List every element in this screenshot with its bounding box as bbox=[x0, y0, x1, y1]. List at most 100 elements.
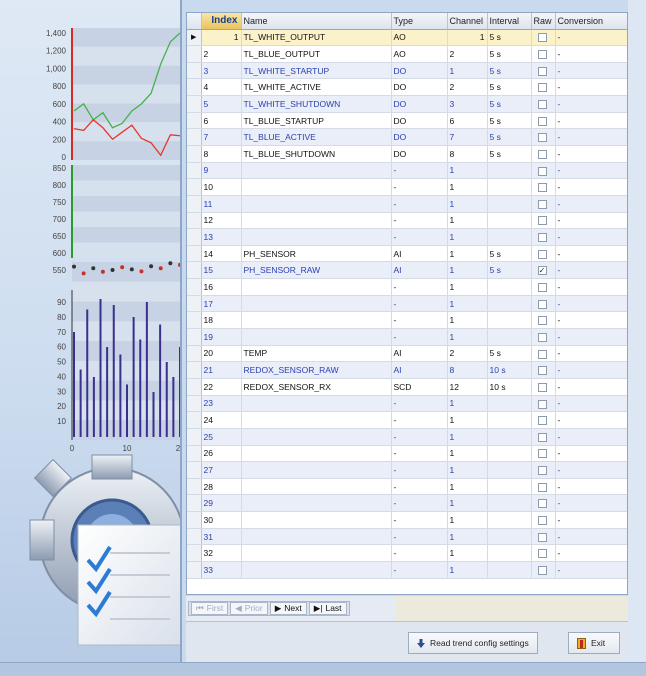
row-selector[interactable] bbox=[187, 62, 202, 80]
column-header-raw[interactable]: Raw bbox=[531, 13, 556, 30]
cell-name[interactable]: PH_SENSOR bbox=[241, 245, 392, 263]
cell-interval[interactable] bbox=[487, 212, 532, 230]
cell-name[interactable]: TL_WHITE_ACTIVE bbox=[241, 78, 392, 97]
row-selector[interactable] bbox=[187, 461, 202, 479]
cell-type[interactable]: - bbox=[391, 544, 448, 562]
cell-raw[interactable] bbox=[531, 62, 556, 80]
cell-channel[interactable]: 6 bbox=[447, 112, 488, 130]
cell-interval[interactable]: 5 s bbox=[487, 145, 532, 163]
cell-conversion[interactable]: - bbox=[555, 544, 627, 562]
cell-type[interactable]: AI bbox=[391, 245, 448, 263]
trend-config-grid[interactable]: Index Name Type Channel Interval Raw Con… bbox=[186, 12, 628, 595]
cell-name[interactable] bbox=[241, 212, 392, 230]
row-selector[interactable] bbox=[187, 411, 202, 429]
row-selector[interactable] bbox=[187, 395, 202, 413]
row-selector[interactable] bbox=[187, 428, 202, 446]
cell-channel[interactable]: 1 bbox=[447, 195, 488, 213]
table-row[interactable]: 26-1- bbox=[187, 445, 627, 463]
cell-interval[interactable] bbox=[487, 311, 532, 330]
raw-checkbox[interactable] bbox=[537, 565, 547, 575]
cell-interval[interactable] bbox=[487, 461, 532, 479]
cell-channel[interactable]: 1 bbox=[447, 561, 488, 579]
cell-conversion[interactable]: - bbox=[555, 195, 627, 213]
cell-index[interactable]: 10 bbox=[201, 178, 242, 196]
cell-name[interactable]: TEMP bbox=[241, 345, 392, 363]
cell-name[interactable] bbox=[241, 528, 392, 546]
cell-index[interactable]: 23 bbox=[201, 395, 242, 413]
cell-name[interactable]: REDOX_SENSOR_RAW bbox=[241, 361, 392, 379]
row-selector[interactable] bbox=[187, 195, 202, 213]
cell-type[interactable]: - bbox=[391, 311, 448, 330]
raw-checkbox[interactable] bbox=[537, 416, 547, 426]
cell-conversion[interactable]: - bbox=[555, 228, 627, 246]
cell-type[interactable]: - bbox=[391, 511, 448, 529]
cell-name[interactable]: TL_BLUE_OUTPUT bbox=[241, 45, 392, 63]
cell-name[interactable] bbox=[241, 511, 392, 529]
row-selector[interactable] bbox=[187, 561, 202, 579]
cell-conversion[interactable]: - bbox=[555, 345, 627, 363]
raw-checkbox[interactable] bbox=[537, 133, 547, 143]
cell-conversion[interactable]: - bbox=[555, 311, 627, 330]
cell-raw[interactable] bbox=[531, 162, 556, 180]
raw-checkbox[interactable] bbox=[537, 83, 547, 93]
cell-interval[interactable]: 5 s bbox=[487, 261, 532, 280]
cell-type[interactable]: AI bbox=[391, 261, 448, 280]
cell-type[interactable]: - bbox=[391, 278, 448, 296]
cell-type[interactable]: - bbox=[391, 295, 448, 313]
cell-interval[interactable] bbox=[487, 511, 532, 529]
cell-conversion[interactable]: - bbox=[555, 511, 627, 529]
cell-raw[interactable] bbox=[531, 411, 556, 429]
cell-raw[interactable] bbox=[531, 428, 556, 446]
cell-type[interactable]: - bbox=[391, 162, 448, 180]
cell-channel[interactable]: 1 bbox=[447, 544, 488, 562]
cell-index[interactable]: 22 bbox=[201, 378, 242, 396]
cell-conversion[interactable]: - bbox=[555, 494, 627, 513]
cell-index[interactable]: 11 bbox=[201, 195, 242, 213]
column-header-channel[interactable]: Channel bbox=[447, 13, 488, 30]
cell-conversion[interactable]: - bbox=[555, 395, 627, 413]
cell-type[interactable]: - bbox=[391, 395, 448, 413]
cell-name[interactable] bbox=[241, 561, 392, 579]
cell-channel[interactable]: 1 bbox=[447, 428, 488, 446]
cell-raw[interactable] bbox=[531, 345, 556, 363]
cell-conversion[interactable]: - bbox=[555, 261, 627, 280]
cell-type[interactable]: - bbox=[391, 328, 448, 346]
table-row[interactable]: 27-1- bbox=[187, 461, 627, 479]
row-selector[interactable] bbox=[187, 511, 202, 529]
row-selector[interactable] bbox=[187, 145, 202, 163]
cell-type[interactable]: DO bbox=[391, 128, 448, 146]
cell-name[interactable]: TL_BLUE_STARTUP bbox=[241, 112, 392, 130]
cell-raw[interactable] bbox=[531, 361, 556, 379]
cell-conversion[interactable]: - bbox=[555, 561, 627, 579]
raw-checkbox[interactable] bbox=[537, 399, 547, 409]
cell-channel[interactable]: 1 bbox=[447, 245, 488, 263]
cell-index[interactable]: 3 bbox=[201, 62, 242, 80]
cell-conversion[interactable]: - bbox=[555, 162, 627, 180]
cell-name[interactable] bbox=[241, 494, 392, 513]
row-selector[interactable] bbox=[187, 295, 202, 313]
cell-index[interactable]: 24 bbox=[201, 411, 242, 429]
table-row[interactable]: 33-1- bbox=[187, 561, 627, 579]
raw-checkbox[interactable] bbox=[537, 216, 547, 226]
cell-channel[interactable]: 1 bbox=[447, 278, 488, 296]
cell-name[interactable] bbox=[241, 311, 392, 330]
cell-index[interactable]: 19 bbox=[201, 328, 242, 346]
cell-interval[interactable] bbox=[487, 162, 532, 180]
row-selector[interactable] bbox=[187, 95, 202, 113]
cell-type[interactable]: - bbox=[391, 461, 448, 479]
cell-index[interactable]: 2 bbox=[201, 45, 242, 63]
table-row[interactable]: 15 PH_SENSOR_RAW AI 1 5 s ✓ - bbox=[187, 261, 627, 280]
cell-interval[interactable]: 5 s bbox=[487, 95, 532, 113]
row-selector[interactable] bbox=[187, 45, 202, 63]
cell-channel[interactable]: 1 bbox=[447, 461, 488, 479]
cell-name[interactable]: TL_WHITE_STARTUP bbox=[241, 62, 392, 80]
row-selector[interactable] bbox=[187, 478, 202, 496]
column-header-interval[interactable]: Interval bbox=[487, 13, 532, 30]
raw-checkbox[interactable] bbox=[537, 549, 547, 559]
cell-raw[interactable] bbox=[531, 245, 556, 263]
cell-name[interactable]: TL_WHITE_SHUTDOWN bbox=[241, 95, 392, 113]
cell-name[interactable] bbox=[241, 411, 392, 429]
cell-name[interactable] bbox=[241, 478, 392, 496]
table-row[interactable]: 32-1- bbox=[187, 544, 627, 562]
table-row[interactable]: 3 TL_WHITE_STARTUP DO 1 5 s - bbox=[187, 62, 627, 80]
